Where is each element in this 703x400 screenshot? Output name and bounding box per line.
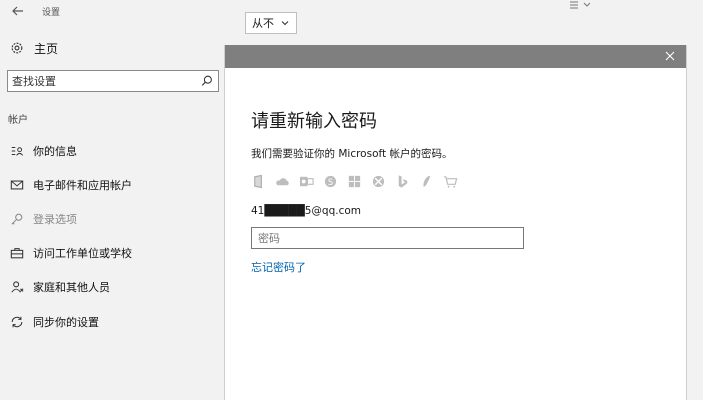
nav-item-work-school[interactable]: 访问工作单位或学校 — [0, 242, 224, 264]
office-icon — [254, 174, 262, 189]
briefcase-icon — [9, 245, 25, 261]
sync-icon — [9, 314, 25, 330]
window-controls-partial — [569, 0, 599, 9]
chevron-down-icon[interactable] — [582, 1, 592, 9]
chevron-down-icon — [281, 21, 289, 26]
sleep-timeout-select[interactable]: 从不 — [245, 12, 297, 34]
xbox-icon — [372, 175, 385, 188]
nav-label: 访问工作单位或学校 — [33, 247, 132, 260]
bing-icon — [398, 175, 408, 188]
back-arrow-icon[interactable] — [10, 3, 26, 19]
svg-text:S: S — [328, 177, 333, 187]
account-email: 41█████5@qq.com — [251, 205, 362, 217]
gear-icon — [11, 42, 23, 54]
title-bar: 设置 — [0, 0, 224, 26]
reenter-password-dialog: 请重新输入密码 我们需要验证你的 Microsoft 帐户的密码。 S 41██… — [224, 45, 687, 400]
windows-icon — [348, 175, 361, 188]
home-nav[interactable]: 主页 — [10, 38, 58, 58]
search-placeholder: 查找设置 — [12, 75, 56, 88]
mail-icon — [9, 177, 25, 193]
msn-icon — [423, 175, 431, 188]
nav-item-your-info[interactable]: 你的信息 — [0, 140, 224, 162]
contact-card-icon — [9, 143, 25, 159]
nav-item-family[interactable]: 家庭和其他人员 — [0, 276, 224, 298]
dialog-description: 我们需要验证你的 Microsoft 帐户的密码。 — [251, 148, 453, 160]
selection-indicator — [0, 212, 3, 226]
settings-search-input[interactable]: 查找设置 — [7, 70, 219, 92]
nav-label: 同步你的设置 — [33, 316, 99, 329]
nav-item-sync[interactable]: 同步你的设置 — [0, 311, 224, 333]
select-value: 从不 — [252, 17, 274, 30]
window-title: 设置 — [42, 8, 61, 18]
search-icon[interactable] — [200, 74, 214, 88]
nav-label: 登录选项 — [33, 213, 77, 226]
close-icon[interactable] — [664, 50, 676, 62]
password-input[interactable] — [251, 227, 524, 249]
nav-label: 你的信息 — [33, 145, 77, 158]
nav-label: 电子邮件和应用帐户 — [33, 179, 132, 192]
grid-view-icon[interactable] — [569, 1, 579, 9]
skype-icon: S — [324, 175, 337, 188]
nav-item-email-accounts[interactable]: 电子邮件和应用帐户 — [0, 174, 224, 196]
dialog-title-bar — [225, 45, 686, 68]
microsoft-services-row: S — [251, 174, 458, 189]
nav-item-sign-in-options[interactable]: 登录选项 — [0, 208, 224, 230]
dialog-heading: 请重新输入密码 — [251, 111, 377, 132]
outlook-icon — [299, 176, 314, 187]
forgot-password-link[interactable]: 忘记密码了 — [251, 259, 306, 275]
home-label: 主页 — [34, 41, 59, 56]
onedrive-icon — [276, 178, 289, 186]
settings-sidebar: 设置 主页 查找设置 帐户 你的信息 电子邮件和应用帐户 登录选项 访问工作单位… — [0, 0, 224, 400]
nav-label: 家庭和其他人员 — [33, 281, 110, 294]
person-icon — [9, 279, 25, 295]
key-icon — [9, 211, 25, 227]
store-icon — [443, 176, 458, 188]
section-title-accounts: 帐户 — [8, 115, 28, 126]
